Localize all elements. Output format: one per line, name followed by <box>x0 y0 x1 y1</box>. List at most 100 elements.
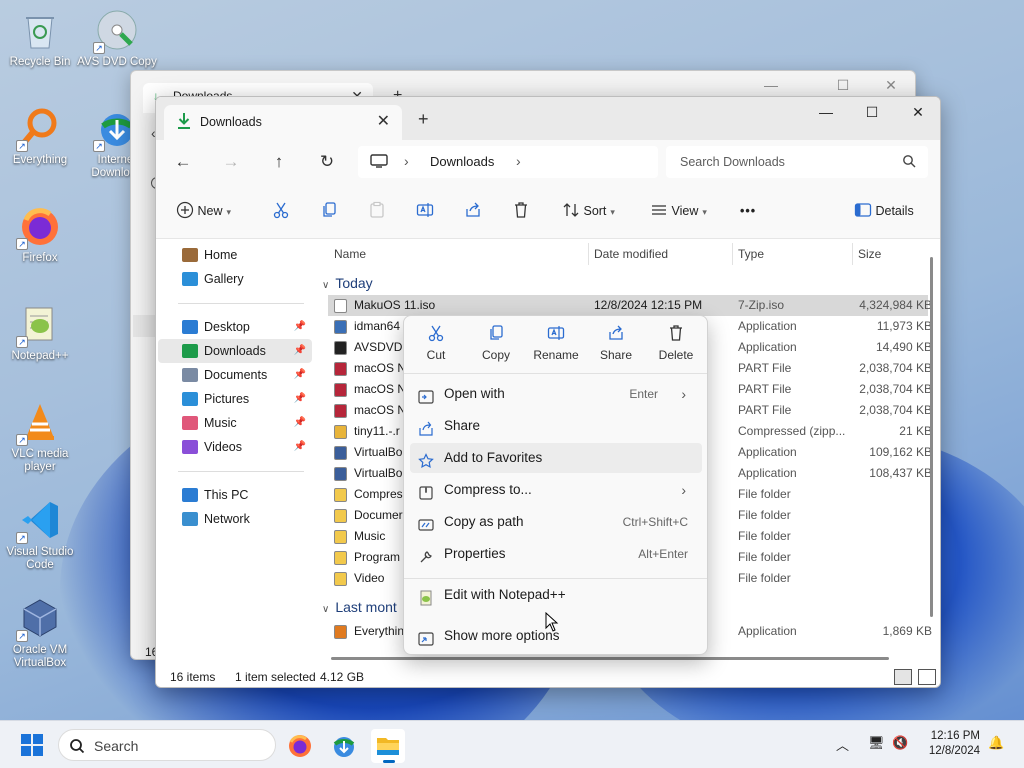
sidebar-separator <box>178 471 304 472</box>
sidebar-item-gallery[interactable]: Gallery <box>158 267 312 291</box>
quick-action-delete[interactable]: Delete <box>646 324 706 362</box>
group-title: Today <box>335 275 373 291</box>
back-icon[interactable]: ← <box>169 150 197 174</box>
group-header-today[interactable]: ∨ Today <box>322 275 373 291</box>
maximize-icon[interactable]: ☐ <box>849 97 895 129</box>
close-tab-icon[interactable]: ✕ <box>377 111 390 131</box>
refresh-icon[interactable]: ↻ <box>313 150 341 174</box>
part-file-icon <box>334 404 347 418</box>
volume-muted-icon[interactable]: 🔇 <box>892 735 908 751</box>
sidebar-item-videos[interactable]: Videos 📌 <box>158 435 312 459</box>
menu-item-open-with[interactable]: Open with Enter › <box>410 379 702 409</box>
group-header-last-month[interactable]: ∨ Last mont <box>322 599 397 615</box>
menu-item-copy-as-path[interactable]: Copy as path Ctrl+Shift+C <box>410 507 702 537</box>
show-hidden-icons-icon[interactable]: ︿ <box>836 735 849 754</box>
desktop-icon-everything[interactable]: ↗ Everything <box>0 106 80 167</box>
column-size[interactable]: Size <box>858 247 881 261</box>
menu-item-edit-with-notepad[interactable]: Edit with Notepad++ <box>410 580 702 610</box>
taskbar-app-internet-download-manager[interactable] <box>327 729 361 763</box>
details-pane-icon <box>854 203 872 217</box>
up-icon[interactable]: ↑ <box>265 150 293 174</box>
tab-downloads[interactable]: Downloads ✕ <box>164 105 402 140</box>
menu-item-label: Open with <box>444 386 505 401</box>
column-date-modified[interactable]: Date modified <box>594 247 668 261</box>
menu-item-shortcut: Alt+Enter <box>638 547 688 561</box>
see-more-button[interactable]: ••• <box>740 200 756 224</box>
network-status-icon[interactable]: 🖥 <box>868 735 885 751</box>
file-name: VirtualBo <box>354 466 403 480</box>
sidebar-item-downloads[interactable]: Downloads 📌 <box>158 339 312 363</box>
forward-icon[interactable]: → <box>217 150 245 174</box>
minimize-icon[interactable]: — <box>751 77 791 93</box>
close-icon[interactable]: ✕ <box>895 97 940 129</box>
desktop-icon-recycle-bin[interactable]: Recycle Bin <box>0 8 80 69</box>
taskbar-search-placeholder: Search <box>94 738 139 754</box>
details-pane-button[interactable]: Details <box>854 200 914 224</box>
desktop-icon-visual-studio-code[interactable]: ↗ Visual Studio Code <box>0 498 80 572</box>
new-button[interactable]: New ▾ <box>176 200 231 224</box>
copy-button[interactable] <box>320 200 338 224</box>
column-type[interactable]: Type <box>738 247 764 261</box>
menu-item-compress-to[interactable]: Compress to... › <box>410 475 702 505</box>
desktop-icon-label: Visual Studio Code <box>6 546 74 571</box>
quick-action-rename[interactable]: Rename <box>526 324 586 362</box>
vertical-scrollbar[interactable] <box>930 257 933 617</box>
clock[interactable]: 12:16 PM 12/8/2024 <box>929 729 980 759</box>
sidebar-item-this-pc[interactable]: This PC <box>158 483 312 507</box>
quick-action-share[interactable]: Share <box>586 324 646 362</box>
menu-item-properties[interactable]: Properties Alt+Enter <box>410 539 702 569</box>
maximize-icon[interactable]: ☐ <box>823 77 863 94</box>
quick-action-copy[interactable]: Copy <box>466 324 526 362</box>
desktop-icon-firefox[interactable]: ↗ Firefox <box>0 204 80 265</box>
taskbar-app-firefox[interactable] <box>283 729 317 763</box>
desktop-icon-label: AVS DVD Copy <box>77 56 157 68</box>
taskbar-app-file-explorer[interactable] <box>371 729 405 763</box>
view-button[interactable]: View ▾ <box>650 200 707 224</box>
breadcrumb-chevron-icon[interactable]: › <box>516 153 521 169</box>
rename-icon <box>416 203 434 217</box>
share-button[interactable] <box>464 200 482 224</box>
part-file-icon <box>334 383 347 397</box>
windows-start-icon[interactable] <box>20 733 44 757</box>
pin-icon: 📌 <box>293 345 306 356</box>
breadcrumb-downloads[interactable]: Downloads <box>430 154 494 169</box>
horizontal-scrollbar[interactable] <box>331 657 889 660</box>
sidebar-item-music[interactable]: Music 📌 <box>158 411 312 435</box>
delete-button[interactable] <box>512 200 530 224</box>
breadcrumb-chevron-icon[interactable]: › <box>404 153 409 169</box>
desktop-icon-notepad[interactable]: ↗ Notepad++ <box>0 302 80 363</box>
taskbar-search[interactable]: Search <box>58 729 276 761</box>
rename-button[interactable] <box>416 200 434 224</box>
tiles-view-icon[interactable] <box>918 669 936 685</box>
sidebar-item-desktop[interactable]: Desktop 📌 <box>158 315 312 339</box>
address-bar[interactable]: › Downloads › <box>358 146 658 178</box>
desktop-icon-avs-dvd-copy[interactable]: ↗ AVS DVD Copy <box>77 8 157 69</box>
paste-button[interactable] <box>368 200 386 224</box>
folder-icon <box>334 551 347 565</box>
file-row[interactable]: MakuOS 11.iso 12/8/2024 12:15 PM 7-Zip.iso… <box>328 295 932 316</box>
desktop-icon-vlc-media-player[interactable]: ↗ VLC media player <box>0 400 80 474</box>
sidebar-item-documents[interactable]: Documents 📌 <box>158 363 312 387</box>
close-icon[interactable]: ✕ <box>871 77 911 94</box>
cut-button[interactable] <box>272 200 290 224</box>
minimize-icon[interactable]: — <box>803 97 849 129</box>
sidebar-item-pictures[interactable]: Pictures 📌 <box>158 387 312 411</box>
notifications-icon[interactable]: 🔔 <box>988 735 1004 751</box>
menu-item-share[interactable]: Share <box>410 411 702 441</box>
folder-icon <box>334 488 347 502</box>
this-pc-icon <box>182 488 198 502</box>
cut-icon <box>273 202 289 219</box>
sidebar-item-network[interactable]: Network <box>158 507 312 531</box>
chevron-down-icon: ∨ <box>322 604 330 615</box>
share-icon <box>418 418 434 436</box>
menu-item-add-to-favorites[interactable]: Add to Favorites <box>410 443 702 473</box>
details-view-icon[interactable] <box>894 669 912 685</box>
sort-button[interactable]: Sort ▾ <box>562 200 615 224</box>
new-tab-icon[interactable]: + <box>418 109 429 130</box>
new-label: New <box>197 204 223 218</box>
sidebar-item-home[interactable]: Home <box>158 243 312 267</box>
desktop-icon-oracle-vm-virtualbox[interactable]: ↗ Oracle VM VirtualBox <box>0 596 80 670</box>
search-box[interactable]: Search Downloads <box>666 146 928 178</box>
column-name[interactable]: Name <box>334 247 366 261</box>
quick-action-cut[interactable]: Cut <box>406 324 466 362</box>
